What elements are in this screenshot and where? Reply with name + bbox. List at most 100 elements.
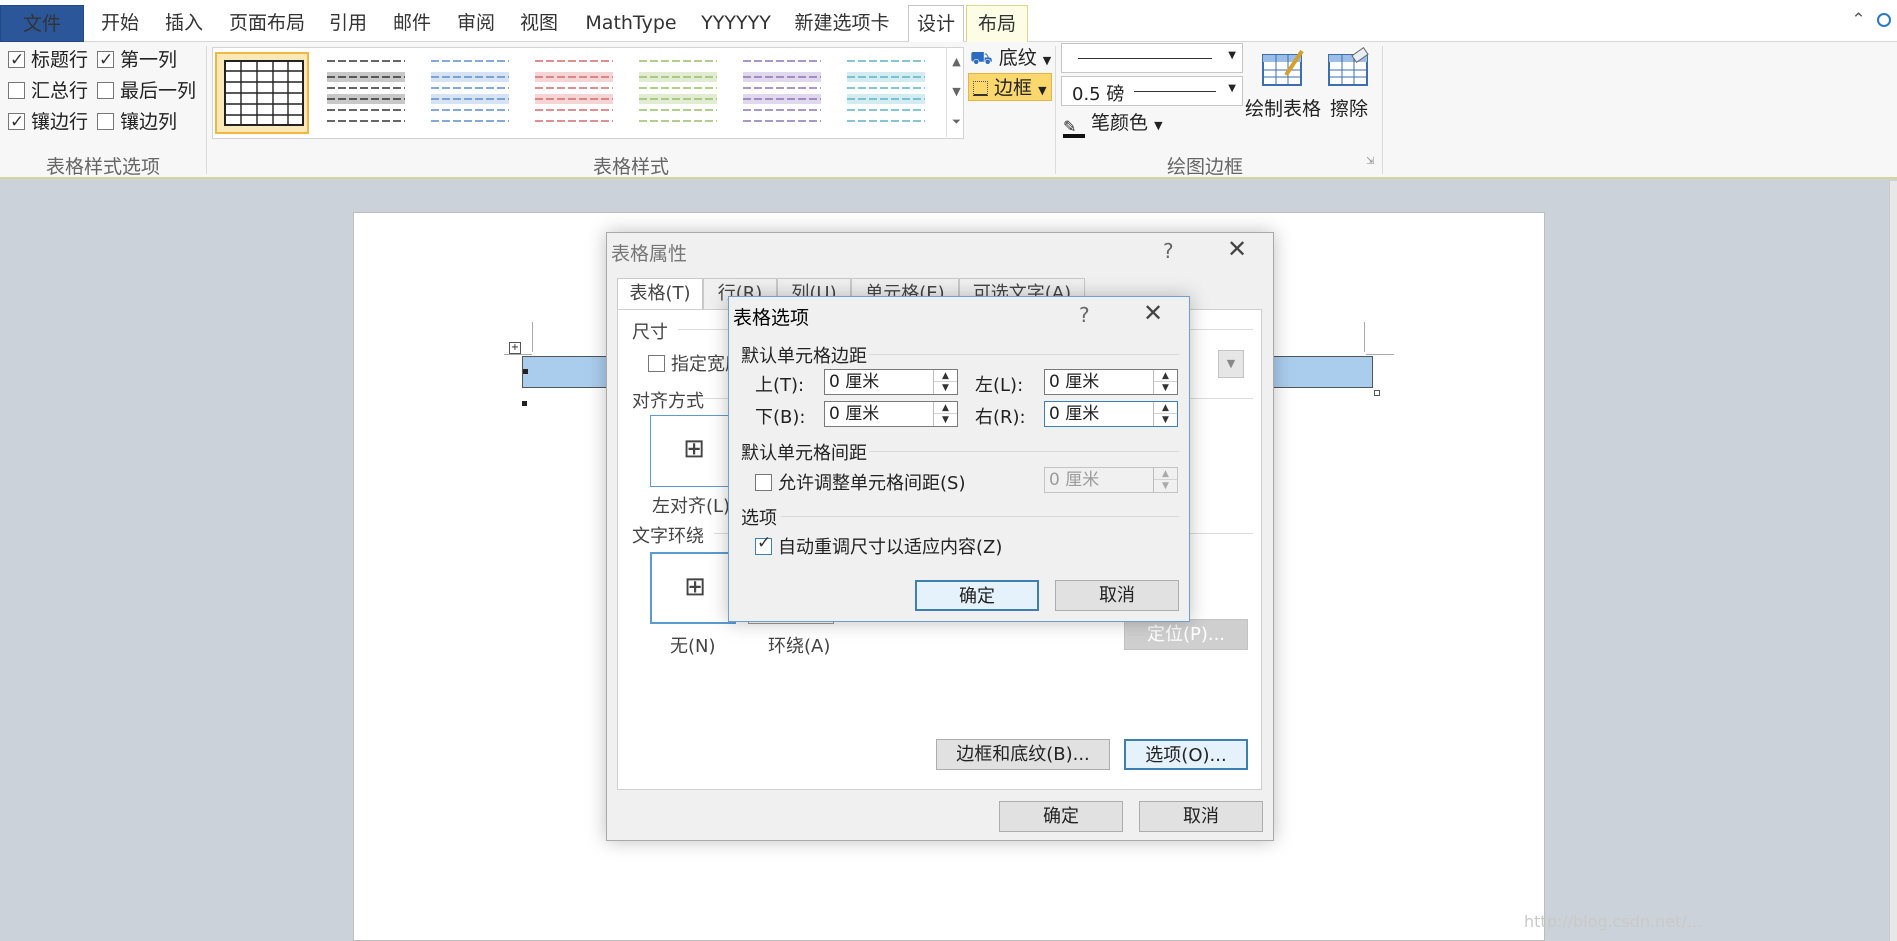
allow-spacing-label: 允许调整单元格间距(S)	[778, 473, 966, 494]
top-margin-value: 0 厘米	[829, 372, 880, 392]
checkbox-first-column-box[interactable]	[97, 46, 114, 74]
table-style-purple[interactable]	[735, 52, 829, 134]
vertical-scrollbar[interactable]	[1889, 181, 1897, 941]
close-icon[interactable]: ✕	[1143, 299, 1163, 327]
tab-review[interactable]: 审阅	[454, 5, 498, 42]
spin-down-icon[interactable]: ▼	[1154, 414, 1177, 426]
checkbox-banded-columns-box[interactable]	[97, 113, 114, 130]
checkbox-banded-columns[interactable]: 镶边列	[97, 108, 177, 136]
tab-table-layout[interactable]: 布局	[966, 5, 1028, 42]
line-style-dropdown[interactable]: ▼	[1061, 43, 1243, 73]
tab-table-design[interactable]: 设计	[908, 5, 964, 42]
checkbox-last-column-box[interactable]	[97, 82, 114, 99]
preferred-width-box[interactable]	[648, 355, 665, 372]
help-icon[interactable]: ?	[1079, 303, 1090, 327]
checkbox-first-column[interactable]: 第一列	[97, 46, 177, 74]
help-icon[interactable]: ?	[1163, 239, 1174, 263]
tab-file[interactable]: 文件	[0, 5, 84, 42]
spin-up-icon[interactable]: ▲	[1154, 370, 1177, 382]
spin-up-icon[interactable]: ▲	[934, 402, 957, 414]
top-margin-spinner[interactable]: 0 厘米 ▲ ▼	[824, 369, 958, 395]
dialog-launcher-icon[interactable]: ⇲	[1366, 156, 1374, 167]
left-margin-spinner[interactable]: 0 厘米 ▲ ▼	[1044, 369, 1178, 395]
checkbox-banded-rows[interactable]: 镶边行	[8, 108, 88, 136]
table-style-plain-grid[interactable]	[215, 52, 309, 134]
checkbox-header-row-box[interactable]	[8, 46, 25, 74]
options-cancel-button[interactable]: 取消	[1055, 580, 1179, 611]
eraser-button[interactable]: 擦除	[1322, 47, 1376, 121]
spin-up-icon[interactable]: ▲	[1154, 402, 1177, 414]
spacing-spinner[interactable]: 0 厘米 ▲ ▼	[1044, 467, 1178, 493]
bottom-margin-spinner[interactable]: 0 厘米 ▲ ▼	[824, 401, 958, 427]
auto-resize-checkbox[interactable]: 自动重调尺寸以适应内容(Z)	[755, 533, 1002, 559]
options-ok-button[interactable]: 确定	[915, 580, 1039, 611]
width-units-dropdown[interactable]: ▼	[1218, 350, 1244, 378]
tab-page-layout[interactable]: 页面布局	[226, 5, 308, 42]
table-style-green[interactable]	[631, 52, 725, 134]
spin-up-icon[interactable]: ▲	[1154, 468, 1177, 480]
first-column-label: 第一列	[120, 49, 178, 71]
gallery-scroll-down-icon[interactable]: ▼	[946, 77, 966, 107]
checkbox-total-row[interactable]: 汇总行	[8, 77, 88, 105]
tab-home[interactable]: 开始	[98, 5, 142, 42]
resize-handle[interactable]	[1374, 390, 1380, 396]
allow-spacing-box[interactable]	[755, 474, 772, 491]
dropdown-arrow-icon: ▼	[1042, 54, 1052, 67]
help-icon[interactable]	[1877, 13, 1891, 27]
table-cell-right[interactable]	[1273, 356, 1373, 388]
spin-down-icon[interactable]: ▼	[934, 382, 957, 394]
spin-up-icon[interactable]: ▲	[934, 370, 957, 382]
table-style-teal[interactable]	[839, 52, 933, 134]
options-button[interactable]: 选项(O)...	[1124, 739, 1248, 770]
table-style-gray[interactable]	[319, 52, 413, 134]
spacing-section-label: 默认单元格间距	[741, 443, 867, 464]
spin-down-icon[interactable]: ▼	[1154, 480, 1177, 492]
pen-color-button[interactable]: ✎ 笔颜色 ▼	[1063, 109, 1163, 138]
left-margin-label: 左(L):	[975, 375, 1024, 396]
checkbox-banded-rows-box[interactable]	[8, 108, 25, 136]
ribbon-design-panel: 标题行 第一列 汇总行 最后一列 镶边行 镶边列 表格样式选项	[0, 42, 1897, 179]
props-cancel-button[interactable]: 取消	[1139, 801, 1263, 832]
tab-mailings[interactable]: 邮件	[390, 5, 434, 42]
tab-table[interactable]: 表格(T)	[617, 278, 703, 311]
dropdown-arrow-icon: ▼	[1228, 83, 1236, 94]
borders-shading-button[interactable]: 边框和底纹(B)...	[936, 739, 1110, 770]
ribbon-collapse-icon[interactable]: ⌃	[1851, 10, 1865, 30]
line-weight-dropdown[interactable]: 0.5 磅 ▼	[1061, 76, 1243, 106]
group-label-draw-borders: 绘图边框	[1166, 156, 1243, 178]
checkbox-header-row[interactable]: 标题行	[8, 46, 88, 74]
tab-mathtype[interactable]: MathType	[580, 5, 682, 42]
positioning-button[interactable]: 定位(P)...	[1124, 619, 1248, 650]
ribbon-collapse-controls[interactable]: ⌃	[1851, 10, 1891, 30]
tab-new-tab[interactable]: 新建选项卡	[790, 5, 894, 42]
paint-bucket-icon: ⛟	[970, 48, 993, 69]
banded-columns-label: 镶边列	[120, 111, 178, 133]
table-style-red[interactable]	[527, 52, 621, 134]
shading-button[interactable]: ⛟ 底纹 ▼	[970, 44, 1051, 72]
gallery-more-icon[interactable]: ⏷	[946, 107, 966, 137]
spin-down-icon[interactable]: ▼	[934, 414, 957, 426]
table-move-handle-icon[interactable]: +	[509, 342, 521, 354]
close-icon[interactable]: ✕	[1227, 235, 1247, 263]
tab-yyyyyy[interactable]: YYYYYY	[698, 5, 774, 42]
tab-references[interactable]: 引用	[326, 5, 370, 42]
tab-view[interactable]: 视图	[517, 5, 561, 42]
align-left-option[interactable]: ⊞	[650, 415, 736, 487]
dropdown-arrow-icon: ▼	[1228, 50, 1236, 61]
header-row-label: 标题行	[31, 49, 89, 71]
wrap-none-option[interactable]: ⊞	[650, 552, 736, 624]
right-margin-spinner[interactable]: 0 厘米 ▲ ▼	[1044, 401, 1178, 427]
allow-spacing-checkbox[interactable]: 允许调整单元格间距(S)	[755, 469, 965, 495]
eraser-icon	[1328, 47, 1369, 86]
draw-table-button[interactable]: 绘制表格	[1245, 47, 1321, 121]
tab-insert[interactable]: 插入	[162, 5, 206, 42]
auto-resize-box[interactable]	[755, 533, 772, 555]
spin-down-icon[interactable]: ▼	[1154, 382, 1177, 394]
props-ok-button[interactable]: 确定	[999, 801, 1123, 832]
checkbox-last-column[interactable]: 最后一列	[97, 77, 196, 105]
table-style-blue[interactable]	[423, 52, 517, 134]
checkbox-total-row-box[interactable]	[8, 82, 25, 99]
gallery-scroll-up-icon[interactable]: ▲	[946, 47, 966, 77]
borders-button[interactable]: 边框 ▼	[968, 73, 1052, 101]
align-left-label: 左对齐(L)	[652, 496, 731, 517]
